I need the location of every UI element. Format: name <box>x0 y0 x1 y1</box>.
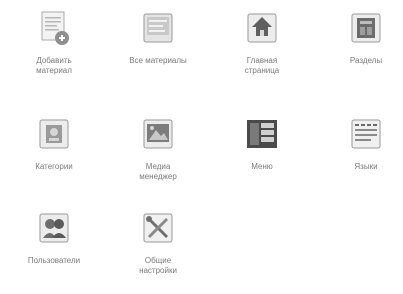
add-article-icon <box>41 11 69 45</box>
control-panel-grid: Добавить материал Все материалы Главная … <box>0 0 403 294</box>
users-label: Пользователи <box>27 256 81 265</box>
users-button[interactable]: Пользователи <box>4 208 104 266</box>
categories-icon <box>39 119 69 149</box>
sections-icon <box>351 13 381 43</box>
menu-button[interactable]: Меню <box>212 114 312 172</box>
frontpage-icon <box>247 13 277 43</box>
global-config-label: Общие настройки <box>139 256 177 275</box>
categories-button[interactable]: Категории <box>4 114 104 172</box>
categories-label: Категории <box>35 162 73 171</box>
config-icon <box>143 213 173 243</box>
articles-label: Все материалы <box>129 56 187 65</box>
frontpage-label: Главная страница <box>244 56 280 75</box>
users-icon <box>39 213 69 243</box>
media-manager-label: Медиа менеджер <box>139 162 177 181</box>
media-manager-button[interactable]: Медиа менеджер <box>108 114 208 182</box>
global-config-button[interactable]: Общие настройки <box>108 208 208 276</box>
frontpage-button[interactable]: Главная страница <box>212 8 312 76</box>
articles-icon <box>143 13 173 43</box>
languages-button[interactable]: Языки <box>316 114 403 172</box>
menu-icon <box>247 120 277 148</box>
articles-button[interactable]: Все материалы <box>108 8 208 66</box>
add-article-label: Добавить материал <box>36 56 72 75</box>
sections-label: Разделы <box>349 56 383 65</box>
media-icon <box>143 119 173 149</box>
sections-button[interactable]: Разделы <box>316 8 403 66</box>
languages-label: Языки <box>354 162 378 171</box>
language-icon <box>351 119 381 149</box>
menu-label: Меню <box>251 162 273 171</box>
add-article-button[interactable]: Добавить материал <box>4 8 104 76</box>
